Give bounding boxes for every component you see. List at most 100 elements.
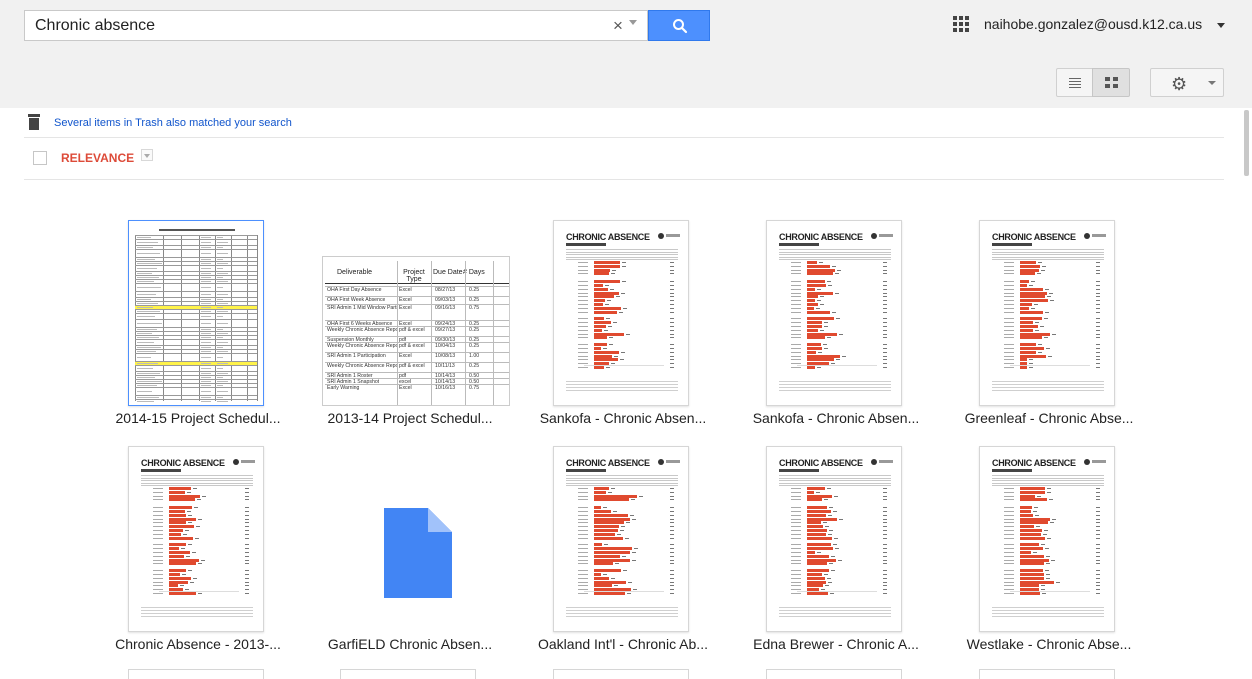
sheet-cell: Early Warning <box>327 385 360 391</box>
file-thumbnail[interactable]: CHRONIC ABSENCE <box>128 446 264 632</box>
file-title[interactable]: 2014-15 Project Schedul... <box>98 410 298 426</box>
report-logo <box>1084 459 1090 465</box>
sheet-cell-text <box>137 316 155 317</box>
report-total-value <box>670 552 674 553</box>
grid-view-button[interactable] <box>1092 68 1130 97</box>
search-input[interactable]: Chronic absence × <box>24 10 648 41</box>
search-options-chevron-icon[interactable] <box>629 20 637 25</box>
file-card[interactable]: 2014-15 Project Schedul... <box>98 220 298 446</box>
report-bar-value <box>1047 296 1052 298</box>
file-card[interactable]: CHRONIC ABSENCE Sankofa - Chronic Absen..… <box>736 220 936 446</box>
report-bar-value <box>1045 570 1050 572</box>
search-button[interactable] <box>648 10 710 41</box>
search-query-text[interactable]: Chronic absence <box>35 17 155 35</box>
report-total-value <box>1096 269 1100 271</box>
file-card[interactable]: GarfiELD Chronic Absen... <box>310 446 510 672</box>
report-bar-value <box>1047 355 1052 357</box>
sheet-cell-text <box>217 268 223 269</box>
file-card[interactable]: Deliverable Project Type Due Date # Days OHA… <box>310 220 510 446</box>
report-total-value <box>670 544 674 546</box>
file-thumbnail-partial[interactable] <box>766 669 902 679</box>
file-thumbnail-partial[interactable] <box>340 669 476 679</box>
sheet-row-line <box>135 235 257 236</box>
file-title[interactable]: Sankofa - Chronic Absen... <box>523 410 723 426</box>
account-chevron-down-icon[interactable] <box>1217 23 1225 28</box>
account-email[interactable]: naihobe.gonzalez@ousd.k12.ca.us <box>984 16 1202 32</box>
report-bar-value <box>614 355 619 357</box>
scrollbar-thumb[interactable] <box>1244 110 1249 176</box>
file-thumbnail[interactable]: CHRONIC ABSENCE <box>553 446 689 632</box>
file-title[interactable]: Sankofa - Chronic Absen... <box>736 410 936 426</box>
report-bar-label <box>153 507 163 509</box>
file-thumbnail[interactable]: Deliverable Project Type Due Date # Days OHA… <box>312 220 512 406</box>
file-title[interactable]: GarfiELD Chronic Absen... <box>310 636 510 652</box>
report-total-value <box>670 526 674 528</box>
sort-relevance-label[interactable]: RELEVANCE <box>61 151 134 165</box>
file-thumbnail[interactable]: CHRONIC ABSENCE <box>553 220 689 406</box>
report-bar-label <box>791 585 801 587</box>
report-total-value <box>1096 488 1100 489</box>
file-card[interactable]: CHRONIC ABSENCE Sankofa - Chronic Absen..… <box>523 220 723 446</box>
file-thumbnail[interactable]: CHRONIC ABSENCE <box>766 220 902 406</box>
file-title[interactable]: Edna Brewer - Chronic A... <box>736 636 936 652</box>
apps-grid-icon[interactable] <box>953 16 969 32</box>
report-bar <box>1020 517 1051 521</box>
file-title[interactable]: Greenleaf - Chronic Abse... <box>949 410 1149 426</box>
report-total-value <box>1096 589 1100 591</box>
sheet-cell: Excel <box>399 297 412 303</box>
report-total-value <box>1096 344 1100 346</box>
file-card[interactable]: CHRONIC ABSENCE Oakland Int'l - Chronic A… <box>523 446 723 672</box>
sheet-cell-text <box>217 342 228 343</box>
file-thumbnail[interactable]: CHRONIC ABSENCE <box>766 446 902 632</box>
report-total-value <box>883 518 887 520</box>
report-total-value <box>883 555 887 557</box>
report-total-value <box>883 322 887 324</box>
clear-search-icon[interactable]: × <box>613 16 623 36</box>
report-bar-label <box>578 265 588 267</box>
file-thumbnail[interactable] <box>310 446 510 632</box>
file-thumbnail[interactable]: CHRONIC ABSENCE <box>979 446 1115 632</box>
file-title[interactable]: 2013-14 Project Schedul... <box>310 410 510 426</box>
report-bar <box>594 366 605 369</box>
report-bar-value <box>613 585 618 587</box>
report-bar-label <box>791 318 801 320</box>
file-card[interactable]: CHRONIC ABSENCE Edna Brewer - Chronic A..… <box>736 446 936 672</box>
report-bar-value <box>826 337 831 339</box>
file-title[interactable]: Chronic Absence - 2013-... <box>98 636 298 652</box>
sort-dropdown-button[interactable] <box>141 149 153 161</box>
report-bar <box>594 261 620 264</box>
report-bar-value <box>833 544 838 546</box>
file-thumbnail[interactable]: CHRONIC ABSENCE <box>979 220 1115 406</box>
report-total-value <box>670 281 674 283</box>
report-bar-value <box>628 581 632 583</box>
report-footnote <box>992 387 1104 388</box>
file-card[interactable]: CHRONIC ABSENCE Greenleaf - Chronic Abse.… <box>949 220 1149 446</box>
report-bar-label <box>578 559 588 561</box>
settings-button[interactable]: ⚙ <box>1150 68 1224 97</box>
file-card[interactable]: CHRONIC ABSENCE Westlake - Chronic Abse..… <box>949 446 1149 672</box>
file-title[interactable]: Oakland Int'l - Chronic Ab... <box>523 636 723 652</box>
report-logo <box>658 233 664 239</box>
report-bar-value <box>606 367 611 368</box>
trash-matches-link[interactable]: Several items in Trash also matched your… <box>54 117 292 129</box>
file-thumbnail[interactable] <box>128 220 264 406</box>
report-bar-label <box>791 530 801 531</box>
file-card[interactable]: CHRONIC ABSENCE Chronic Absence - 2013-..… <box>98 446 298 672</box>
sheet-cell-text <box>137 294 156 295</box>
file-thumbnail-partial[interactable] <box>128 669 264 679</box>
sheet-cell-text <box>217 294 228 295</box>
report-total-value <box>245 533 249 535</box>
report-bar-label <box>578 285 588 286</box>
report-total-value <box>883 269 887 271</box>
sheet-row-line <box>135 353 257 354</box>
list-view-button[interactable] <box>1056 68 1093 97</box>
report-bar-value <box>1048 499 1053 501</box>
report-total-value <box>245 544 249 546</box>
report-bar <box>169 551 190 554</box>
report-text-line <box>992 256 1104 258</box>
file-title[interactable]: Westlake - Chronic Abse... <box>949 636 1149 652</box>
file-thumbnail-partial[interactable] <box>553 669 689 679</box>
select-all-checkbox[interactable] <box>33 151 47 165</box>
report-bar-label <box>153 537 163 539</box>
file-thumbnail-partial[interactable] <box>979 669 1115 679</box>
